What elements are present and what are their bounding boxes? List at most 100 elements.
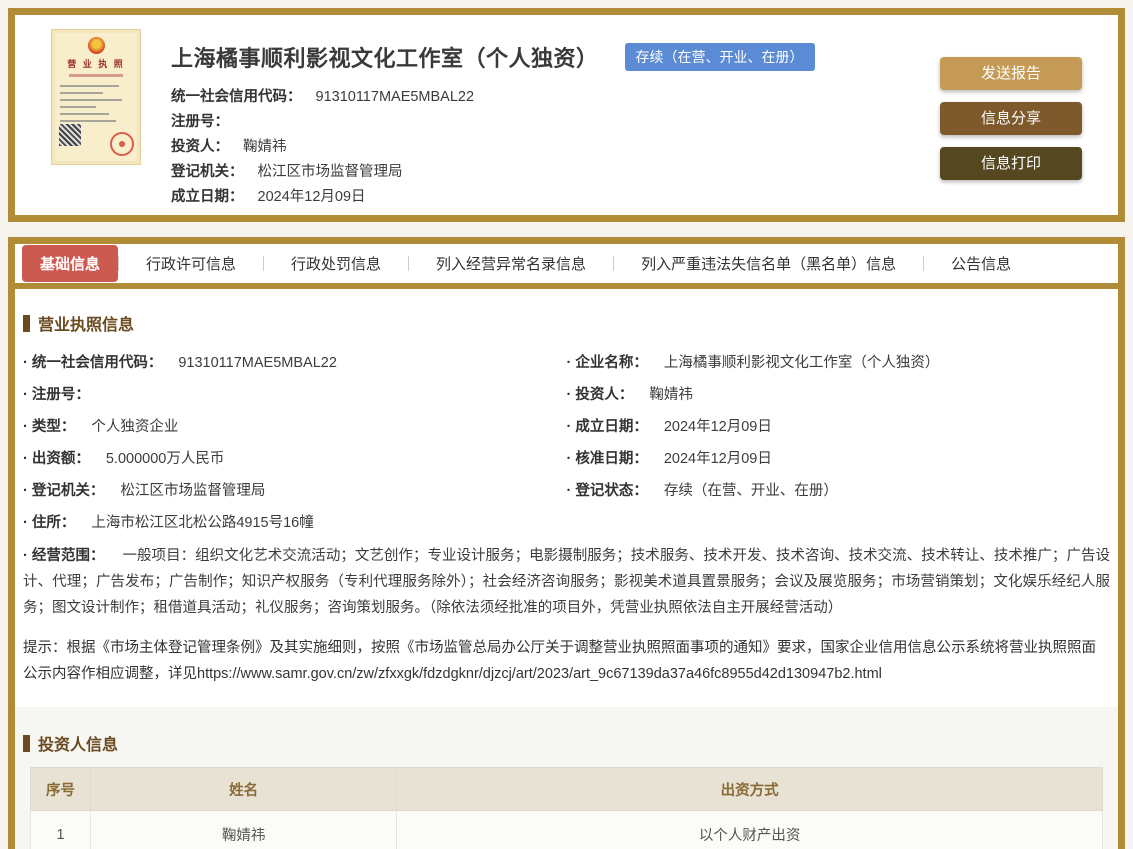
business-license-thumbnail[interactable]: 营 业 执 照 bbox=[51, 29, 141, 165]
address-row: · 住所： 上海市松江区北松公路4915号16幢 bbox=[23, 507, 1110, 539]
field-label: · 经营范围： bbox=[23, 548, 105, 564]
field-value: 91310117MAE5MBAL22 bbox=[178, 355, 337, 371]
field-label: · 登记机关： bbox=[23, 483, 104, 499]
field-label: 注册号： bbox=[171, 114, 229, 130]
field-row: · 投资人： 鞠婧祎 bbox=[567, 379, 1111, 411]
company-summary: 上海橘事顺利影视文化工作室（个人独资） 存续（在营、开业、在册） 统一社会信用代… bbox=[141, 15, 940, 215]
table-row: 1 鞠婧祎 以个人财产出资 bbox=[31, 811, 1103, 849]
status-badge: 存续（在营、开业、在册） bbox=[625, 43, 815, 71]
field-row: · 出资额： 5.000000万人民币 bbox=[23, 443, 567, 475]
cell-method: 以个人财产出资 bbox=[397, 811, 1103, 849]
field-value: 存续（在营、开业、在册） bbox=[664, 483, 838, 499]
field-value: 个人独资企业 bbox=[91, 419, 178, 435]
field-label: · 登记状态： bbox=[567, 483, 648, 499]
field-value: 鞠婧祎 bbox=[243, 139, 287, 155]
field-value: 松江区市场监督管理局 bbox=[258, 164, 403, 180]
tab-divider bbox=[613, 256, 614, 271]
print-info-button[interactable]: 信息打印 bbox=[940, 147, 1082, 180]
field-row: · 注册号： bbox=[23, 379, 567, 411]
tab-bar: 基础信息 行政许可信息 行政处罚信息 列入经营异常名录信息 列入严重违法失信名单… bbox=[15, 244, 1118, 289]
tab-divider bbox=[118, 256, 119, 271]
header-field-row: 统一社会信用代码： 91310117MAE5MBAL22 bbox=[171, 85, 940, 110]
field-label: · 统一社会信用代码： bbox=[23, 355, 162, 371]
license-fields-right: · 企业名称： 上海橘事顺利影视文化工作室（个人独资） · 投资人： 鞠婧祎 · 成… bbox=[567, 347, 1111, 507]
field-label: · 成立日期： bbox=[567, 419, 648, 435]
action-buttons: 发送报告 信息分享 信息打印 bbox=[940, 57, 1082, 215]
section-marker-icon bbox=[23, 735, 30, 752]
tab-serious-violation-blacklist[interactable]: 列入严重违法失信名单（黑名单）信息 bbox=[641, 253, 896, 274]
field-label: · 出资额： bbox=[23, 451, 90, 467]
field-row: · 类型： 个人独资企业 bbox=[23, 411, 567, 443]
field-value: 上海市松江区北松公路4915号16幢 bbox=[91, 515, 313, 531]
license-text-line bbox=[60, 92, 103, 94]
license-text-line bbox=[60, 85, 119, 87]
tab-content: 营业执照信息 · 统一社会信用代码： 91310117MAE5MBAL22 · 注… bbox=[15, 289, 1118, 849]
field-value: 鞠婧祎 bbox=[649, 387, 693, 403]
license-text-line bbox=[60, 113, 109, 115]
company-header-panel: 营 业 执 照 上海橘事顺利影视文化工作室（个人独资） 存续（在营、开业、在册）… bbox=[8, 8, 1125, 222]
field-value: 松江区市场监督管理局 bbox=[120, 483, 265, 499]
tab-admin-license[interactable]: 行政许可信息 bbox=[146, 253, 236, 274]
field-label: 统一社会信用代码： bbox=[171, 89, 302, 105]
tab-divider bbox=[923, 256, 924, 271]
business-license-section: 营业执照信息 · 统一社会信用代码： 91310117MAE5MBAL22 · 注… bbox=[15, 289, 1118, 707]
field-label: 成立日期： bbox=[171, 189, 244, 205]
header-field-row: 登记机关： 松江区市场监督管理局 bbox=[171, 160, 940, 185]
field-label: · 投资人： bbox=[567, 387, 634, 403]
license-qr-code bbox=[59, 124, 81, 146]
license-red-seal bbox=[110, 132, 134, 156]
section-marker-icon bbox=[23, 315, 30, 332]
field-value: 2024年12月09日 bbox=[664, 451, 772, 467]
field-row: · 登记状态： 存续（在营、开业、在册） bbox=[567, 475, 1111, 507]
section-header: 投资人信息 bbox=[23, 731, 1110, 755]
column-header-index: 序号 bbox=[31, 768, 91, 811]
table-header-row: 序号 姓名 出资方式 bbox=[31, 768, 1103, 811]
share-info-button[interactable]: 信息分享 bbox=[940, 102, 1082, 135]
section-title: 投资人信息 bbox=[38, 731, 118, 755]
license-fields-grid: · 统一社会信用代码： 91310117MAE5MBAL22 · 注册号： · 类… bbox=[23, 347, 1110, 507]
field-value: 2024年12月09日 bbox=[664, 419, 772, 435]
field-label: · 住所： bbox=[23, 515, 75, 531]
investor-section: 投资人信息 序号 姓名 出资方式 1 鞠婧祎 以个人财产出资 bbox=[15, 707, 1118, 849]
business-scope-text: 一般项目：组织文化艺术交流活动；文艺创作；专业设计服务；电影摄制服务；技术服务、… bbox=[23, 548, 1110, 616]
notice-text: 提示：根据《市场主体登记管理条例》及其实施细则，按照《市场监管总局办公厅关于调整… bbox=[23, 635, 1110, 687]
header-field-row: 投资人： 鞠婧祎 bbox=[171, 135, 940, 160]
business-scope-row: · 经营范围：一般项目：组织文化艺术交流活动；文艺创作；专业设计服务；电影摄制服… bbox=[23, 543, 1110, 621]
field-label: · 企业名称： bbox=[567, 355, 648, 371]
header-field-row: 注册号： bbox=[171, 110, 940, 135]
field-row: · 统一社会信用代码： 91310117MAE5MBAL22 bbox=[23, 347, 567, 379]
national-emblem-icon bbox=[88, 37, 105, 54]
cell-index: 1 bbox=[31, 811, 91, 849]
tab-basic-info[interactable]: 基础信息 bbox=[22, 245, 118, 282]
tab-divider bbox=[263, 256, 264, 271]
field-value: 2024年12月09日 bbox=[258, 189, 366, 205]
license-text-line bbox=[60, 106, 96, 108]
section-title: 营业执照信息 bbox=[38, 311, 134, 335]
tab-admin-penalty[interactable]: 行政处罚信息 bbox=[291, 253, 381, 274]
column-header-method: 出资方式 bbox=[397, 768, 1103, 811]
tab-abnormal-operation[interactable]: 列入经营异常名录信息 bbox=[436, 253, 586, 274]
field-value: 5.000000万人民币 bbox=[106, 451, 224, 467]
field-row: · 核准日期：2024年12月09日 bbox=[567, 443, 1111, 475]
field-label: · 类型： bbox=[23, 419, 75, 435]
field-row: · 登记机关： 松江区市场监督管理局 bbox=[23, 475, 567, 507]
license-subtitle-line bbox=[69, 74, 124, 77]
field-row: · 企业名称： 上海橘事顺利影视文化工作室（个人独资） bbox=[567, 347, 1111, 379]
field-label: 登记机关： bbox=[171, 164, 244, 180]
detail-panel: 基础信息 行政许可信息 行政处罚信息 列入经营异常名录信息 列入严重违法失信名单… bbox=[8, 237, 1125, 849]
send-report-button[interactable]: 发送报告 bbox=[940, 57, 1082, 90]
license-fields-left: · 统一社会信用代码： 91310117MAE5MBAL22 · 注册号： · 类… bbox=[23, 347, 567, 507]
column-header-name: 姓名 bbox=[91, 768, 397, 811]
page-title-company-name: 上海橘事顺利影视文化工作室（个人独资） bbox=[171, 41, 599, 73]
field-label: · 注册号： bbox=[23, 387, 90, 403]
tab-divider bbox=[408, 256, 409, 271]
header-field-row: 成立日期： 2024年12月09日 bbox=[171, 185, 940, 210]
field-value: 上海橘事顺利影视文化工作室（个人独资） bbox=[664, 355, 940, 371]
investor-table: 序号 姓名 出资方式 1 鞠婧祎 以个人财产出资 bbox=[30, 767, 1103, 849]
field-value: 91310117MAE5MBAL22 bbox=[316, 89, 475, 105]
field-row: · 成立日期： 2024年12月09日 bbox=[567, 411, 1111, 443]
cell-name: 鞠婧祎 bbox=[91, 811, 397, 849]
license-text-line bbox=[60, 99, 122, 101]
tab-announcements[interactable]: 公告信息 bbox=[951, 253, 1011, 274]
field-label: 投资人： bbox=[171, 139, 229, 155]
